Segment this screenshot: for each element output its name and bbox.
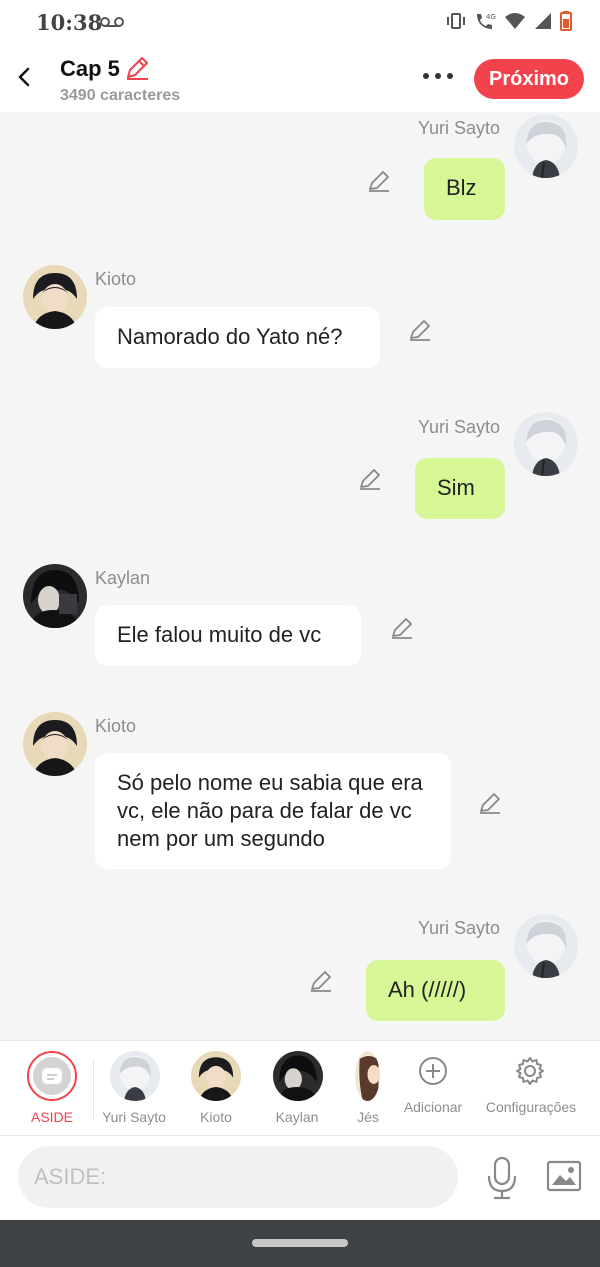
settings-gear-icon[interactable] <box>514 1055 546 1087</box>
signal-icon <box>535 13 551 29</box>
edit-message-pencil-icon[interactable] <box>358 467 382 491</box>
avatar-yuri-sayto[interactable] <box>514 914 578 978</box>
edit-message-pencil-icon[interactable] <box>478 791 502 815</box>
avatar-yuri-sayto[interactable] <box>514 114 578 178</box>
edit-message-pencil-icon[interactable] <box>309 969 333 993</box>
character-count: 3490 caracteres <box>60 87 181 104</box>
chapter-title: Cap 5 <box>60 56 120 81</box>
avatar-yuri-sayto[interactable] <box>514 412 578 476</box>
back-arrow-icon[interactable] <box>12 62 36 92</box>
header: Cap 5 3490 caracteres Próximo <box>0 46 600 112</box>
vibrate-icon <box>447 13 465 29</box>
edit-message-pencil-icon[interactable] <box>367 169 391 193</box>
status-time: 10:38 <box>36 10 103 35</box>
svg-text:4G: 4G <box>486 13 496 21</box>
message-input[interactable] <box>18 1146 458 1208</box>
character-label: Jés <box>357 1109 379 1125</box>
message-bubble[interactable]: Ah (/////) <box>366 960 505 1021</box>
voicemail-icon <box>100 17 124 27</box>
character-jes[interactable] <box>355 1051 380 1101</box>
sender-name: Yuri Sayto <box>418 417 501 437</box>
aside-button[interactable] <box>27 1051 77 1101</box>
home-gesture-handle[interactable] <box>252 1239 348 1247</box>
character-label: Kioto <box>200 1109 232 1125</box>
message-bubble[interactable]: Namorado do Yato né? <box>95 307 380 368</box>
sender-name: Kioto <box>95 269 137 289</box>
avatar-kaylan[interactable] <box>23 564 87 628</box>
sender-name: Yuri Sayto <box>418 118 501 138</box>
sender-name: Kaylan <box>95 568 151 588</box>
sender-name: Yuri Sayto <box>418 918 501 938</box>
system-navigation-bar <box>0 1220 600 1267</box>
avatar-kioto[interactable] <box>23 712 87 776</box>
character-bar: ASIDE Yuri Sayto Kioto Kaylan Jés Adicio… <box>0 1040 600 1136</box>
add-character-icon[interactable] <box>417 1055 449 1087</box>
add-label[interactable]: Adicionar <box>395 1099 471 1115</box>
edit-message-pencil-icon[interactable] <box>390 616 414 640</box>
character-yuri-sayto[interactable] <box>110 1051 160 1101</box>
message-bubble[interactable]: Só pelo nome eu sabia que era vc, ele nã… <box>95 753 451 869</box>
edit-title-pencil-icon[interactable] <box>124 55 150 81</box>
chat-bubble-icon <box>42 1068 62 1084</box>
battery-icon <box>560 11 572 31</box>
message-bubble[interactable]: Sim <box>415 458 505 519</box>
message-bubble[interactable]: Ele falou muito de vc <box>95 605 361 666</box>
input-bar <box>0 1136 600 1220</box>
aside-label: ASIDE <box>30 1109 73 1125</box>
wifi-icon <box>505 13 525 29</box>
character-label: Yuri Sayto <box>102 1109 166 1125</box>
more-options-button[interactable] <box>418 61 458 91</box>
character-kioto[interactable] <box>191 1051 241 1101</box>
chat-area[interactable]: Yuri Sayto Blz Kioto Namorado do Yato né… <box>0 112 600 1040</box>
sender-name: Kioto <box>95 716 137 736</box>
microphone-icon[interactable] <box>486 1156 518 1200</box>
avatar-kioto[interactable] <box>23 265 87 329</box>
settings-label[interactable]: Configurações <box>484 1099 578 1115</box>
character-label: Kaylan <box>275 1109 319 1125</box>
next-button[interactable]: Próximo <box>474 59 584 99</box>
edit-message-pencil-icon[interactable] <box>408 318 432 342</box>
image-icon[interactable] <box>546 1160 582 1192</box>
character-kaylan[interactable] <box>273 1051 323 1101</box>
call-4g-icon: 4G <box>477 13 496 29</box>
status-bar: 10:38 4G <box>0 0 600 46</box>
message-bubble[interactable]: Blz <box>424 158 505 220</box>
